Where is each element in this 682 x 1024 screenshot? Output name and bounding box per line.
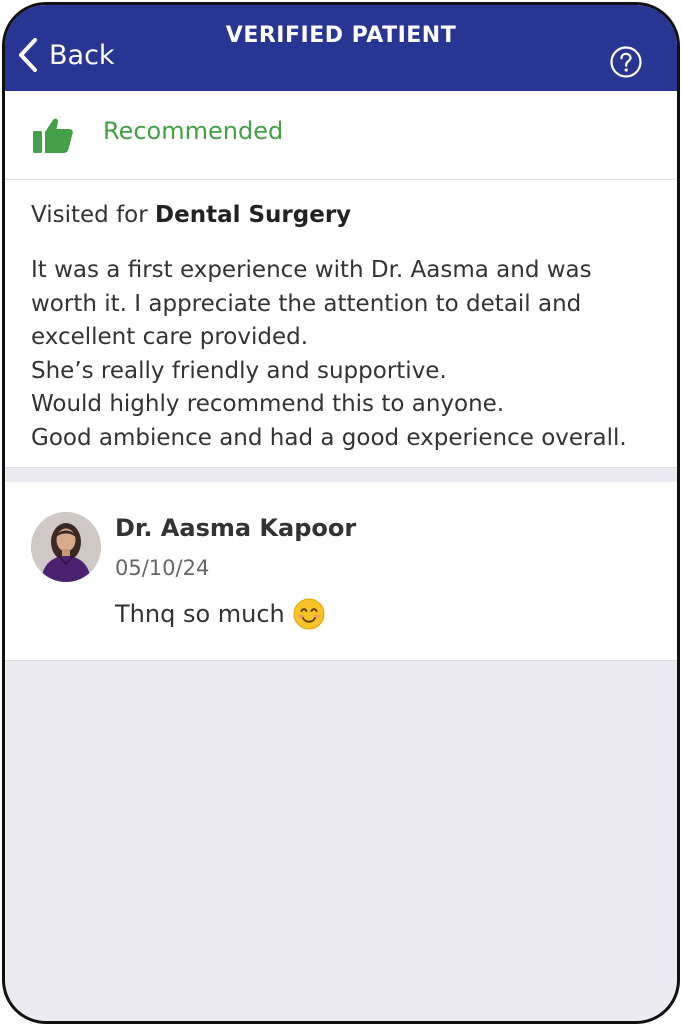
top-app-bar: Back VERIFIED PATIENT	[5, 5, 677, 91]
doctor-name: Dr. Aasma Kapoor	[115, 514, 357, 542]
recommendation-row: Recommended	[5, 91, 677, 180]
visited-for: Visited for Dental Surgery	[31, 202, 351, 228]
review-line: She’s really friendly and supportive.	[31, 357, 447, 384]
page-title: VERIFIED PATIENT	[225, 23, 457, 48]
phone-screen: Back VERIFIED PATIENT Recommended Visite…	[2, 2, 680, 1024]
doctor-portrait-icon	[31, 512, 101, 582]
reply-text: Thnq so much	[115, 600, 285, 628]
doctor-reply-card: Dr. Aasma Kapoor 05/10/24 Thnq so much	[5, 482, 677, 661]
review-text: It was a first experience with Dr. Aasma…	[31, 254, 671, 455]
review-line: It was a first experience with Dr. Aasma…	[31, 257, 592, 283]
reply-date: 05/10/24	[115, 556, 210, 580]
reply-text-row: Thnq so much	[115, 598, 325, 630]
visited-reason: Dental Surgery	[155, 202, 352, 228]
review-line: Good ambience and had a good experience …	[31, 424, 627, 451]
review-card: Visited for Dental Surgery It was a firs…	[5, 180, 677, 467]
section-divider	[5, 467, 677, 482]
thumbs-up-icon	[33, 118, 73, 153]
smiling-face-emoji-icon	[293, 598, 325, 630]
recommended-label: Recommended	[103, 117, 284, 145]
help-icon[interactable]	[609, 45, 643, 79]
doctor-avatar[interactable]	[31, 512, 101, 582]
visited-prefix: Visited for	[31, 202, 148, 228]
review-line: excellent care provided.	[31, 324, 309, 350]
review-line: Would highly recommend this to anyone.	[31, 391, 505, 417]
review-line: worth it. I appreciate the attention to …	[31, 290, 582, 317]
